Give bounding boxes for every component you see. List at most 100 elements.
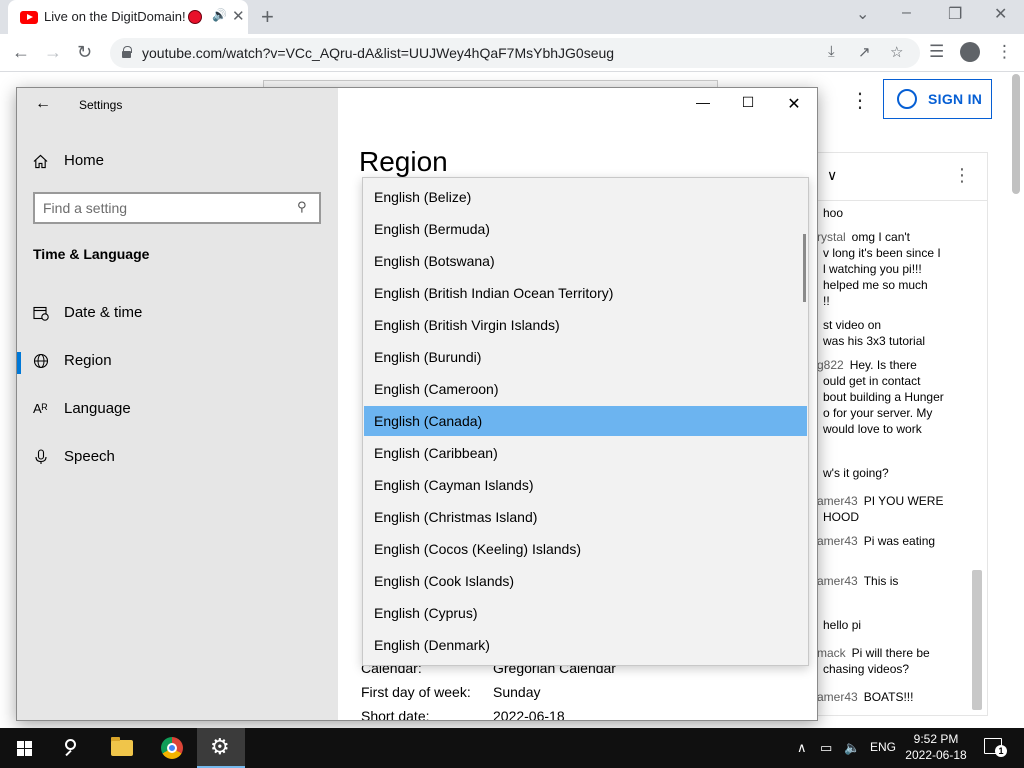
network-icon[interactable]: ▭	[820, 740, 832, 756]
windows-taskbar: ⚙ ∧ ▭ 🔈 ENG 9:52 PM 2022-06-18 1	[0, 728, 1024, 768]
speaker-icon[interactable]: 🔊	[212, 8, 227, 22]
settings-taskbar-button[interactable]: ⚙	[197, 728, 245, 768]
user-circle-icon	[897, 89, 917, 109]
back-arrow-icon[interactable]: ←	[12, 42, 30, 63]
find-setting-box[interactable]: ⚲	[33, 192, 321, 224]
file-explorer-button[interactable]	[98, 728, 146, 768]
chat-message: ould get in contact	[823, 374, 921, 388]
window-title: Settings	[79, 98, 123, 112]
dropdown-option[interactable]: English (Burundi)	[364, 342, 807, 372]
dropdown-option[interactable]: English (Cayman Islands)	[364, 470, 807, 500]
chat-message: st video on	[823, 318, 882, 332]
chat-message: hoo	[823, 206, 844, 220]
windows-logo-icon	[25, 749, 32, 756]
chrome-icon	[161, 737, 183, 759]
notification-count-badge: 1	[995, 745, 1007, 757]
sidebar-item-date-time[interactable]: Date & time	[17, 294, 338, 334]
settings-sidebar: ← Settings Home ⚲ Time & Language Date &…	[17, 88, 338, 720]
chat-message: g822 Hey. Is there	[817, 358, 917, 372]
chat-message: HOOD	[823, 510, 859, 524]
address-bar[interactable]: youtube.com/watch?v=VCc_AQru-dA&list=UUJ…	[110, 38, 920, 68]
action-center-icon[interactable]: 1	[984, 738, 1007, 757]
chat-message: o for your server. My	[823, 406, 933, 420]
windows-logo-icon	[17, 741, 24, 748]
back-arrow-icon[interactable]: ←	[35, 95, 51, 113]
dropdown-option[interactable]: English (Belize)	[364, 182, 807, 212]
dropdown-option[interactable]: English (British Virgin Islands)	[364, 310, 807, 340]
tab-search-icon[interactable]: ⌄	[856, 4, 869, 24]
media-controls-icon[interactable]: ☰	[929, 42, 944, 62]
close-browser-button[interactable]: ✕	[994, 4, 1007, 24]
page-scrollbar[interactable]	[1012, 74, 1020, 194]
minimize-browser-button[interactable]: –	[902, 4, 911, 22]
sidebar-item-region[interactable]: Region	[17, 342, 338, 382]
dropdown-option[interactable]: English (Cyprus)	[364, 598, 807, 628]
dropdown-scrollbar[interactable]	[803, 234, 806, 302]
microphone-icon	[35, 449, 47, 464]
share-icon[interactable]: ↗	[858, 43, 871, 61]
install-app-icon[interactable]: ⤓	[828, 43, 835, 60]
dropdown-option[interactable]: English (Cook Islands)	[364, 566, 807, 596]
input-language-indicator[interactable]: ENG	[870, 740, 896, 754]
clock-time: 9:52 PM	[913, 732, 959, 746]
chat-message: amer43 PI YOU WERE	[817, 494, 944, 508]
sidebar-item-label: Region	[64, 352, 112, 369]
dropdown-option[interactable]: English (Botswana)	[364, 246, 807, 276]
chat-mode-chevron-icon[interactable]: ∨	[827, 167, 837, 184]
search-icon-handle	[65, 749, 72, 757]
forward-arrow-icon[interactable]: →	[44, 42, 62, 63]
dropdown-option[interactable]: English (Christmas Island)	[364, 502, 807, 532]
dropdown-option[interactable]: English (Bermuda)	[364, 214, 807, 244]
settings-window: ← Settings Home ⚲ Time & Language Date &…	[16, 87, 818, 721]
dropdown-option[interactable]: English (British Indian Ocean Territory)	[364, 278, 807, 308]
profile-avatar-icon[interactable]	[960, 42, 980, 62]
home-label: Home	[64, 152, 105, 169]
youtube-more-icon[interactable]: ⋮	[850, 88, 870, 113]
maximize-window-button[interactable]: ☐	[733, 94, 763, 111]
restore-browser-button[interactable]: ❐	[948, 4, 962, 24]
dropdown-option[interactable]: English (Caribbean)	[364, 438, 807, 468]
chat-message: rystal omg I can't	[817, 230, 910, 244]
dropdown-option[interactable]: English (Cameroon)	[364, 374, 807, 404]
new-tab-button[interactable]: +	[261, 4, 274, 30]
chat-message: l watching you pi!!!	[823, 262, 922, 276]
start-button[interactable]	[0, 728, 48, 768]
chat-message: amer43 Pi was eating	[817, 534, 936, 548]
chat-scrollbar[interactable]	[972, 570, 982, 710]
tab-close-icon[interactable]: ✕	[232, 7, 245, 25]
search-icon	[65, 739, 76, 750]
close-window-button[interactable]: ✕	[779, 94, 809, 114]
minimize-window-button[interactable]: —	[688, 94, 718, 110]
dropdown-option[interactable]: English (Cocos (Keeling) Islands)	[364, 534, 807, 564]
volume-icon[interactable]: 🔈	[844, 740, 860, 756]
show-hidden-icons-chevron-icon[interactable]: ∧	[797, 740, 807, 756]
format-row-first-day: First day of week: Sunday	[361, 684, 540, 700]
reload-icon[interactable]: ↻	[77, 42, 92, 63]
browser-tab[interactable]: Live on the DigitDomain! 🔊 ✕	[8, 0, 248, 34]
chat-message: mack Pi will there be	[817, 646, 930, 660]
sign-in-button[interactable]: SIGN IN	[883, 79, 992, 119]
address-url: youtube.com/watch?v=VCc_AQru-dA&list=UUJ…	[142, 45, 615, 61]
sidebar-item-speech[interactable]: Speech	[17, 438, 338, 478]
find-setting-input[interactable]	[43, 198, 283, 218]
bookmark-star-icon[interactable]: ☆	[890, 43, 903, 61]
gear-icon: ⚙	[210, 734, 230, 759]
sidebar-item-label: Language	[64, 400, 131, 417]
dropdown-option-selected[interactable]: English (Canada)	[364, 406, 807, 436]
format-label: Short date:	[361, 708, 430, 721]
taskbar-search-button[interactable]	[48, 728, 96, 768]
chrome-menu-icon[interactable]: ⋮	[996, 42, 1013, 62]
chat-more-icon[interactable]: ⋮	[953, 165, 971, 186]
sidebar-item-language[interactable]: Aᴿ Language	[17, 390, 338, 430]
regional-format-dropdown[interactable]: English (Belize) English (Bermuda) Engli…	[362, 177, 809, 666]
lock-icon	[122, 46, 132, 58]
globe-icon	[33, 353, 49, 369]
recording-indicator-icon	[188, 10, 202, 24]
dropdown-option[interactable]: English (Denmark)	[364, 630, 807, 660]
youtube-favicon-icon	[20, 11, 38, 24]
section-title: Time & Language	[33, 246, 150, 262]
chrome-taskbar-button[interactable]	[148, 728, 196, 768]
search-icon[interactable]: ⚲	[297, 199, 307, 215]
windows-logo-icon	[25, 741, 32, 748]
system-clock[interactable]: 9:52 PM 2022-06-18	[900, 731, 972, 763]
